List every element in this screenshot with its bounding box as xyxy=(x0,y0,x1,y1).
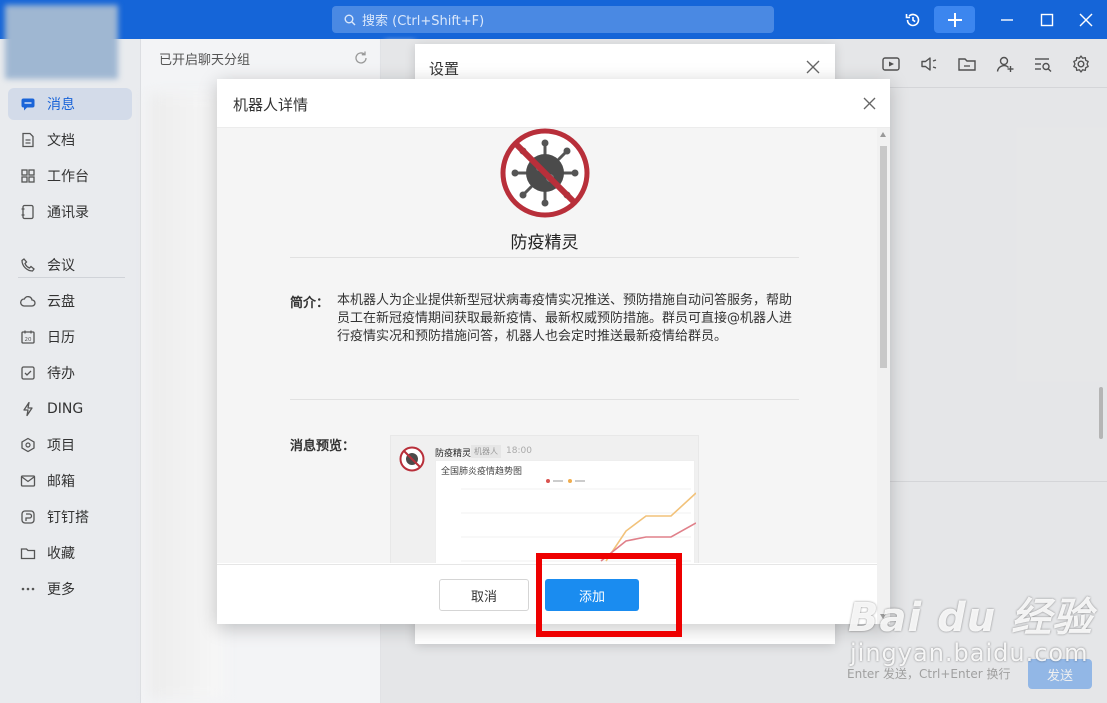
phone-icon xyxy=(20,257,47,273)
sidebar: 消息 文档 工作台 通讯录 会议 云盘 20 日历 待办 DING 项目 邮箱 xyxy=(0,39,141,703)
folder-icon xyxy=(20,545,47,561)
build-icon xyxy=(20,509,47,525)
watermark-brand: Bai du 经验 xyxy=(848,595,1094,641)
sidebar-item-project[interactable]: 项目 xyxy=(0,429,141,461)
sidebar-item-label: 会议 xyxy=(47,258,75,274)
sidebar-item-cloud[interactable]: 云盘 xyxy=(0,285,141,317)
sidebar-item-label: 日历 xyxy=(47,330,75,346)
message-preview-image: 防疫精灵 机器人 18:00 全国肺炎疫情趋势图 xyxy=(390,435,699,563)
cloud-icon xyxy=(20,293,47,309)
search-input[interactable]: 搜索 (Ctrl+Shift+F) xyxy=(332,6,774,33)
sidebar-item-label: 邮箱 xyxy=(47,474,75,490)
document-icon xyxy=(20,132,47,148)
sidebar-item-label: 消息 xyxy=(47,97,75,113)
sidebar-item-label: 更多 xyxy=(47,582,75,598)
sidebar-item-label: 工作台 xyxy=(47,169,89,185)
close-icon[interactable] xyxy=(863,97,876,110)
sidebar-item-label: 项目 xyxy=(47,438,75,454)
sidebar-item-calendar[interactable]: 20 日历 xyxy=(0,321,141,353)
search-placeholder: 搜索 (Ctrl+Shift+F) xyxy=(362,14,485,29)
no-virus-avatar-icon xyxy=(399,446,425,472)
scrollbar-thumb[interactable] xyxy=(880,146,887,368)
workbench-icon xyxy=(20,168,47,184)
sidebar-item-label: 云盘 xyxy=(47,294,75,310)
sidebar-item-dingda[interactable]: 钉钉搭 xyxy=(0,501,141,533)
calendar-icon: 20 xyxy=(20,329,47,345)
maximize-icon[interactable] xyxy=(1034,7,1060,33)
watermark-site: jingyan.baidu.com xyxy=(850,639,1089,667)
new-button[interactable] xyxy=(934,6,975,33)
preview-label: 消息预览： xyxy=(290,439,356,454)
sidebar-item-label: 钉钉搭 xyxy=(47,510,89,526)
preview-chart-lines xyxy=(461,479,696,562)
sidebar-item-more[interactable]: 更多 xyxy=(0,573,141,605)
baidu-watermark: Bai du 经验 jingyan.baidu.com xyxy=(848,585,1094,667)
sidebar-item-favorites[interactable]: 收藏 xyxy=(0,537,141,569)
settings-dialog-title: 设置 xyxy=(429,60,460,78)
preview-chart: 全国肺炎疫情趋势图 xyxy=(435,460,696,563)
sidebar-item-meeting[interactable]: 会议 xyxy=(0,249,141,281)
sidebar-item-ding[interactable]: DING xyxy=(0,393,141,425)
preview-sender: 防疫精灵 xyxy=(435,449,472,459)
todo-icon xyxy=(20,365,47,381)
user-avatar-blurred[interactable] xyxy=(5,5,118,79)
close-window-icon[interactable] xyxy=(1073,7,1099,33)
sidebar-item-todo[interactable]: 待办 xyxy=(0,357,141,389)
intro-text: 本机器人为企业提供新型冠状病毒疫情实况推送、预防措施自动问答服务，帮助员工在新冠… xyxy=(337,293,793,344)
search-icon xyxy=(344,14,362,26)
robot-dialog-title: 机器人详情 xyxy=(233,96,309,114)
refresh-icon[interactable] xyxy=(353,50,369,66)
sidebar-item-label: 文档 xyxy=(47,133,75,149)
sidebar-item-messages[interactable]: 消息 xyxy=(8,88,132,120)
robot-name: 防疫精灵 xyxy=(510,233,579,253)
svg-text:20: 20 xyxy=(25,337,32,343)
robot-detail-dialog: 机器人详情 防疫精灵 简介： 本机器人为企业提供新型冠状病毒疫情实况推送、预防措… xyxy=(217,79,890,624)
section-divider xyxy=(290,257,799,258)
sidebar-item-label: 待办 xyxy=(47,366,75,382)
sidebar-item-label: 通讯录 xyxy=(47,205,89,221)
title-bar: 搜索 (Ctrl+Shift+F) xyxy=(0,0,1107,39)
highlight-box xyxy=(536,553,682,637)
no-virus-logo-icon xyxy=(500,128,590,218)
intro-label: 简介： xyxy=(290,296,330,311)
more-icon xyxy=(20,581,47,597)
mail-icon xyxy=(20,473,47,489)
preview-robot-tag: 机器人 xyxy=(471,445,501,458)
minimize-icon[interactable] xyxy=(994,7,1020,33)
cancel-button[interactable]: 取消 xyxy=(439,579,529,611)
history-icon[interactable] xyxy=(900,7,926,33)
sidebar-item-workbench[interactable]: 工作台 xyxy=(0,160,141,192)
project-icon xyxy=(20,437,47,453)
sidebar-item-mail[interactable]: 邮箱 xyxy=(0,465,141,497)
message-icon xyxy=(20,96,47,112)
sidebar-item-contacts[interactable]: 通讯录 xyxy=(0,196,141,228)
sidebar-item-label: DING xyxy=(47,401,84,417)
section-divider xyxy=(290,399,799,400)
conversation-items-blurred xyxy=(149,94,224,699)
sidebar-item-documents[interactable]: 文档 xyxy=(0,124,141,156)
dialog-scrollbar[interactable] xyxy=(877,128,890,624)
plus-icon xyxy=(947,12,963,28)
contacts-icon xyxy=(20,204,47,220)
close-icon[interactable] xyxy=(806,60,820,74)
robot-dialog-body: 防疫精灵 简介： 本机器人为企业提供新型冠状病毒疫情实况推送、预防措施自动问答服… xyxy=(217,128,877,563)
preview-time: 18:00 xyxy=(506,446,532,456)
sidebar-item-label: 收藏 xyxy=(47,546,75,562)
scroll-up-icon[interactable] xyxy=(880,132,886,137)
lightning-icon xyxy=(20,401,47,417)
conversation-group-header: 已开启聊天分组 xyxy=(159,53,251,68)
